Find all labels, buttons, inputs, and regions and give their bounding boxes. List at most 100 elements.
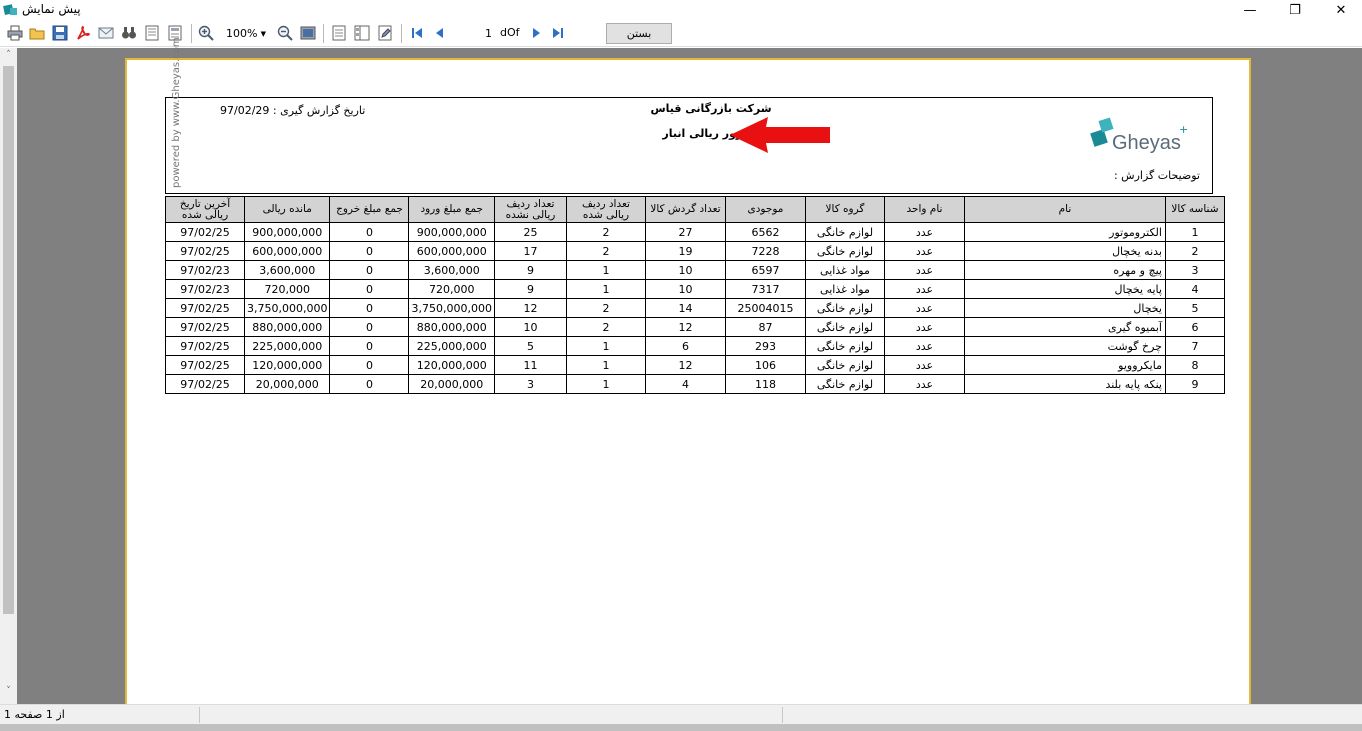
table-cell: 6562 xyxy=(724,222,806,242)
scroll-up-icon[interactable]: ˄ xyxy=(0,50,17,64)
table-cell: 1 xyxy=(1164,222,1225,242)
table-cell: 97/02/25 xyxy=(165,241,245,261)
table-cell: 20,000,000 xyxy=(408,374,495,394)
email-icon[interactable] xyxy=(97,24,115,42)
zoom-out-icon[interactable] xyxy=(276,24,294,42)
status-bar: از 1 صفحه 1 xyxy=(0,704,1362,724)
table-cell: لوازم خانگی xyxy=(804,355,885,375)
thumbnails-icon[interactable] xyxy=(353,24,371,42)
table-cell: 97/02/25 xyxy=(165,317,245,337)
table-cell: 0 xyxy=(329,374,410,394)
toolbar-separator xyxy=(323,24,324,43)
toolbar-separator xyxy=(401,24,402,43)
zoom-select[interactable]: 100% ▼ xyxy=(222,25,270,42)
open-folder-icon[interactable] xyxy=(28,24,46,42)
table-cell: 3,750,000,000 xyxy=(408,298,495,318)
table-row: 7 چرخ گوشت عدد لوازم خانگی 293 6 1 5 225,000,000… xyxy=(165,336,1225,356)
table-cell: 6 xyxy=(1164,317,1225,337)
table-cell: عدد xyxy=(883,336,965,356)
column-header: شناسه کالا xyxy=(1164,196,1225,223)
table-cell: لوازم خانگی xyxy=(804,222,885,242)
column-header: نام واحد xyxy=(883,196,965,223)
powered-by-text: powered by www.Gheyas.com xyxy=(171,37,182,188)
table-cell: 25004015 xyxy=(724,298,806,318)
table-cell: 97/02/25 xyxy=(165,222,245,242)
table-cell: 0 xyxy=(329,241,410,261)
restore-button[interactable]: ❐ xyxy=(1272,0,1318,20)
close-window-button[interactable]: ✕ xyxy=(1318,0,1362,20)
zoom-value: 100% xyxy=(226,27,258,40)
table-cell: 7228 xyxy=(724,241,806,261)
column-header: تعداد ردیف ریالی شده xyxy=(565,196,646,223)
table-cell: 0 xyxy=(329,279,410,299)
table-cell: 3 xyxy=(493,374,567,394)
table-cell: 900,000,000 xyxy=(408,222,495,242)
column-header: جمع مبلغ ورود xyxy=(408,196,495,223)
table-cell: 225,000,000 xyxy=(408,336,495,356)
column-header: موجودی xyxy=(724,196,806,223)
edit-icon[interactable] xyxy=(376,24,394,42)
print-icon[interactable] xyxy=(6,24,24,42)
report-description-label: توضیحات گزارش : xyxy=(1113,169,1200,182)
page-number-input[interactable]: 1 xyxy=(455,25,495,42)
table-cell: 1 xyxy=(565,260,646,280)
minimize-button[interactable]: — xyxy=(1227,0,1273,20)
page-view-icon[interactable] xyxy=(330,24,348,42)
table-cell: الکتروموتور xyxy=(963,222,1166,242)
table-cell: 0 xyxy=(329,317,410,337)
table-cell: 7317 xyxy=(724,279,806,299)
table-cell: مواد غذایی xyxy=(804,260,885,280)
table-cell: 225,000,000 xyxy=(243,336,331,356)
vertical-scrollbar[interactable]: ˄ ˅ xyxy=(0,48,17,704)
table-cell: 97/02/25 xyxy=(165,374,245,394)
table-cell: 1 xyxy=(565,279,646,299)
table-cell: 1 xyxy=(565,336,646,356)
toolbar: 100% ▼ 1 dOf بستن xyxy=(0,20,1362,47)
status-page-text: از 1 صفحه 1 xyxy=(4,708,65,721)
table-cell: 120,000,000 xyxy=(243,355,331,375)
table-cell: 97/02/25 xyxy=(165,355,245,375)
save-icon[interactable] xyxy=(51,24,69,42)
next-page-icon[interactable] xyxy=(527,24,545,42)
table-cell: آبمیوه گیری xyxy=(963,317,1166,337)
scrollbar-thumb[interactable] xyxy=(3,66,14,614)
table-cell: 2 xyxy=(1164,241,1225,261)
close-preview-button[interactable]: بستن xyxy=(606,23,672,44)
title-bar: پیش نمایش — ❐ ✕ xyxy=(0,0,1362,20)
table-cell: 14 xyxy=(644,298,726,318)
table-cell: 87 xyxy=(724,317,806,337)
table-cell: 880,000,000 xyxy=(243,317,331,337)
full-screen-icon[interactable] xyxy=(299,24,317,42)
page-of-label: dOf xyxy=(500,26,520,39)
table-cell: 97/02/25 xyxy=(165,336,245,356)
table-cell: لوازم خانگی xyxy=(804,298,885,318)
table-cell: 1 xyxy=(565,374,646,394)
table-cell: 1 xyxy=(565,355,646,375)
pdf-export-icon[interactable] xyxy=(74,24,92,42)
table-cell: 0 xyxy=(329,260,410,280)
table-row: 3 پیچ و مهره عدد مواد غذایی 6597 10 1 9 3,600,00… xyxy=(165,260,1225,280)
zoom-in-icon[interactable] xyxy=(197,24,215,42)
first-page-icon[interactable] xyxy=(408,24,426,42)
table-cell: 12 xyxy=(493,298,567,318)
table-cell: 12 xyxy=(644,317,726,337)
table-header-row: شناسه کالا نام نام واحد گروه کالا موجودی… xyxy=(165,196,1225,223)
table-cell: پنکه پایه بلند xyxy=(963,374,1166,394)
table-row: 6 آبمیوه گیری عدد لوازم خانگی 87 12 2 10 880,000… xyxy=(165,317,1225,337)
table-cell: عدد xyxy=(883,317,965,337)
scroll-down-icon[interactable]: ˅ xyxy=(0,686,17,700)
single-page-icon[interactable] xyxy=(143,24,161,42)
chevron-down-icon: ▼ xyxy=(260,29,266,38)
table-cell: 0 xyxy=(329,336,410,356)
last-page-icon[interactable] xyxy=(549,24,567,42)
table-cell: 5 xyxy=(1164,298,1225,318)
logo-text: Gheyas xyxy=(1112,132,1181,154)
previous-page-icon[interactable] xyxy=(431,24,449,42)
table-cell: 2 xyxy=(565,298,646,318)
window-title: پیش نمایش xyxy=(22,2,81,16)
table-cell: 120,000,000 xyxy=(408,355,495,375)
table-cell: 900,000,000 xyxy=(243,222,331,242)
table-row: 4 پایه یخچال عدد مواد غذایی 7317 10 1 9 720,000 0… xyxy=(165,279,1225,299)
find-icon[interactable] xyxy=(120,24,138,42)
table-cell: 10 xyxy=(493,317,567,337)
